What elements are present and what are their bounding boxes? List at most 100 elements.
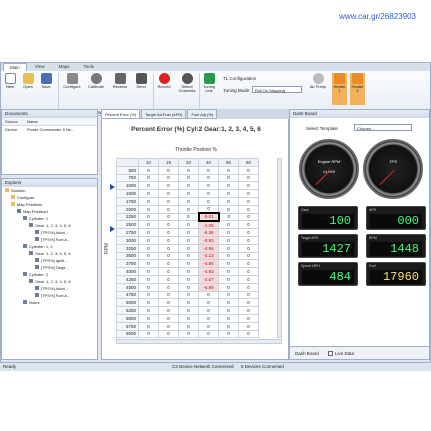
table-cell[interactable]: 0: [238, 329, 259, 339]
percent-error-table[interactable]: 10 15 20 40 60 80 500 0 0 0 0 0 0 750 0 0 0 0 0 0 1000 0 0 0 0 0 0…: [116, 158, 259, 339]
row-header[interactable]: 2750: [116, 228, 139, 237]
table-cell[interactable]: 0: [138, 282, 159, 292]
table-cell[interactable]: 0: [158, 173, 179, 183]
table-cell[interactable]: 0: [138, 243, 159, 253]
table-cell[interactable]: 0: [218, 196, 239, 206]
table-cell[interactable]: 0: [158, 165, 179, 175]
table-cell[interactable]: 0: [178, 204, 199, 214]
tree-item[interactable]: Gear: 1, 2, 3, 4, 5, 6: [2, 222, 97, 229]
table-cell[interactable]: 0: [218, 313, 239, 323]
row-header[interactable]: 750: [116, 173, 139, 183]
table-cell[interactable]: 0: [158, 212, 179, 222]
new-button[interactable]: New: [2, 73, 18, 89]
table-cell[interactable]: 0: [138, 290, 159, 300]
tree-item[interactable]: [TPS%] Igniti...: [2, 257, 97, 264]
table-cell[interactable]: 0: [158, 196, 179, 206]
heater-1-button[interactable]: Heater 1: [332, 73, 347, 105]
table-cell[interactable]: 0: [138, 189, 159, 198]
table-cell[interactable]: 0: [138, 165, 159, 175]
table-cell[interactable]: 0: [238, 228, 259, 237]
tree-item[interactable]: [TPS%] Autot...: [2, 285, 97, 292]
row-header[interactable]: 1000: [116, 181, 139, 191]
tree-item[interactable]: Notes: [2, 299, 97, 306]
table-cell[interactable]: 0: [158, 306, 179, 315]
row-header[interactable]: 5250: [116, 306, 139, 315]
table-cell[interactable]: 0: [218, 189, 239, 198]
table-cell[interactable]: 0: [158, 189, 179, 198]
table-cell[interactable]: 0: [178, 228, 199, 237]
table-cell[interactable]: 0: [158, 274, 179, 284]
table-cell[interactable]: 0: [218, 181, 239, 191]
table-cell[interactable]: 0: [238, 251, 259, 261]
tab-maps[interactable]: Maps: [52, 63, 75, 71]
tree-item[interactable]: Solution: [2, 187, 97, 194]
table-cell[interactable]: 0: [238, 173, 259, 183]
table-cell[interactable]: 0: [238, 267, 259, 276]
row-header[interactable]: 3750: [116, 259, 139, 269]
table-cell[interactable]: 0: [138, 181, 159, 191]
table-cell[interactable]: -6.99: [198, 282, 219, 292]
table-cell[interactable]: 0: [138, 306, 159, 315]
table-cell[interactable]: -9.01: [197, 212, 220, 222]
receive-button[interactable]: Receive: [112, 73, 128, 89]
open-button[interactable]: Open: [20, 73, 36, 89]
table-vertical-scrollbar[interactable]: [277, 158, 282, 338]
tab-target-afr[interactable]: Target Air,Fuel (AFR): [141, 109, 187, 119]
table-cell[interactable]: 0: [218, 259, 239, 269]
table-cell[interactable]: -4.96: [198, 243, 219, 253]
table-cell[interactable]: 0: [218, 165, 239, 175]
table-cell[interactable]: 0: [138, 321, 159, 331]
table-horizontal-scrollbar[interactable]: [116, 339, 282, 344]
table-cell[interactable]: 0: [218, 321, 239, 331]
table-cell[interactable]: -2.57: [198, 274, 219, 284]
table-cell[interactable]: 0: [158, 321, 179, 331]
row-header[interactable]: 4250: [116, 274, 139, 284]
tree-item[interactable]: Cylinder: 2: [2, 271, 97, 278]
row-header[interactable]: 5000: [116, 298, 139, 308]
table-cell[interactable]: 0: [238, 274, 259, 284]
table-cell[interactable]: 0: [238, 181, 259, 191]
row-header[interactable]: 5750: [116, 321, 139, 331]
table-cell[interactable]: 0: [158, 204, 179, 214]
table-cell[interactable]: 0: [138, 313, 159, 323]
row-header[interactable]: 2250: [116, 212, 139, 222]
column-header[interactable]: 15: [158, 158, 179, 167]
tree-item[interactable]: Map Position1: [2, 208, 97, 215]
table-cell[interactable]: 0: [178, 290, 199, 300]
tuning-mode-select[interactable]: Roll On Mapping: [252, 86, 302, 93]
table-cell[interactable]: 0: [238, 212, 259, 222]
table-cell[interactable]: 0: [198, 313, 219, 323]
air-pump-button[interactable]: Air Pump: [309, 73, 327, 89]
table-cell[interactable]: 0: [138, 329, 159, 339]
save-button[interactable]: Save: [38, 73, 54, 89]
tl-configuration-link[interactable]: TL Configuration: [223, 76, 256, 81]
table-cell[interactable]: 0: [238, 220, 259, 230]
tuning-link-button[interactable]: Tuning Link: [201, 73, 217, 94]
send-button[interactable]: Send: [133, 73, 149, 89]
record-button[interactable]: Record: [156, 73, 172, 89]
row-header[interactable]: 3000: [116, 235, 139, 245]
table-cell[interactable]: 0: [238, 204, 259, 214]
table-cell[interactable]: 0: [178, 189, 199, 198]
table-cell[interactable]: 0: [238, 306, 259, 315]
table-cell[interactable]: 0: [198, 196, 219, 206]
table-cell[interactable]: 0: [218, 290, 239, 300]
table-cell[interactable]: 0: [158, 282, 179, 292]
table-cell[interactable]: 0: [198, 165, 219, 175]
table-cell[interactable]: -0.93: [198, 235, 219, 245]
table-cell[interactable]: -6.36: [198, 228, 219, 237]
table-cell[interactable]: 0: [218, 235, 239, 245]
tab-percent-error[interactable]: Percent Error (%): [101, 109, 141, 119]
table-cell[interactable]: 0: [138, 220, 159, 230]
table-cell[interactable]: -2.13: [198, 251, 219, 261]
template-select[interactable]: Choose...: [354, 124, 412, 131]
table-cell[interactable]: 0: [238, 243, 259, 253]
row-header[interactable]: 4750: [116, 290, 139, 300]
table-cell[interactable]: 0: [178, 165, 199, 175]
row-header[interactable]: 3250: [116, 243, 139, 253]
table-cell[interactable]: 0: [238, 165, 259, 175]
table-cell[interactable]: 0: [238, 298, 259, 308]
table-cell[interactable]: 0: [198, 204, 219, 214]
table-cell[interactable]: 0: [198, 173, 219, 183]
column-header[interactable]: 10: [138, 158, 159, 167]
